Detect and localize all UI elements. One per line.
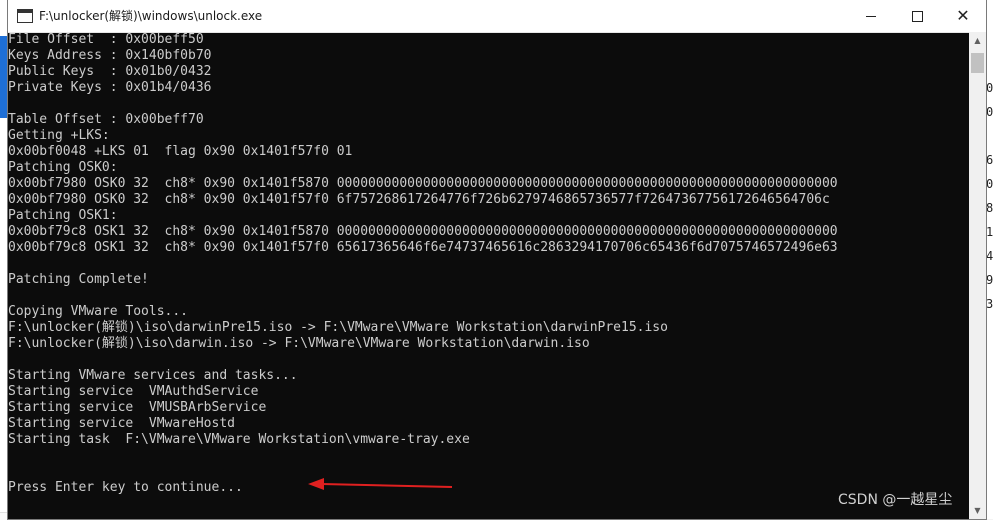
background-text-fragment: 6: [986, 153, 993, 167]
console-window: F:\unlocker(解锁)\windows\unlock.exe ✕ Fil…: [8, 0, 986, 519]
console-line: Copying VMware Tools...: [8, 304, 189, 319]
console-line: Starting VMware services and tasks...: [8, 368, 298, 383]
maximize-icon: [911, 10, 923, 22]
close-icon: ✕: [956, 6, 970, 25]
console-line: Patching OSK0:: [8, 160, 118, 175]
console-line: Patching Complete!: [8, 272, 149, 287]
minimize-icon: [866, 15, 876, 17]
console-line: Starting service VMUSBArbService: [8, 400, 267, 415]
scroll-down-icon[interactable]: ▼: [969, 502, 986, 519]
console-app-icon: [17, 9, 33, 23]
background-text-fragment: 8: [986, 201, 993, 215]
red-arrow-annotation: [308, 478, 453, 490]
background-text-fragment: 9: [986, 273, 993, 287]
console-output[interactable]: File Offset : 0x00beff50 Keys Address : 0…: [8, 32, 969, 519]
arrow-shaft: [321, 483, 453, 488]
scroll-up-icon[interactable]: ▲: [969, 32, 986, 49]
console-line: Public Keys : 0x01b0/0432: [8, 64, 212, 79]
arrow-head: [308, 478, 324, 490]
background-text-fragment: 0: [986, 105, 993, 119]
background-text-fragment: 0: [986, 177, 993, 191]
console-line: Keys Address : 0x140bf0b70: [8, 48, 212, 63]
console-line: 0x00bf0048 +LKS 01 flag 0x90 0x1401f57f0…: [8, 144, 353, 159]
title-bar[interactable]: F:\unlocker(解锁)\windows\unlock.exe ✕: [8, 0, 986, 33]
console-line: File Offset : 0x00beff50: [8, 32, 204, 47]
console-line: Starting task F:\VMware\VMware Workstati…: [8, 432, 470, 447]
background-window-right: 0 0 6 0 8 1 4 9 3: [986, 0, 993, 519]
background-text-fragment: [986, 124, 993, 148]
vertical-scrollbar[interactable]: ▲ ▼: [969, 32, 986, 519]
maximize-button[interactable]: [894, 0, 940, 32]
watermark: CSDN @一越星尘: [838, 492, 953, 508]
console-line: Starting service VMwareHostd: [8, 416, 235, 431]
scroll-thumb[interactable]: [971, 53, 984, 73]
console-line: Private Keys : 0x01b4/0436: [8, 80, 212, 95]
console-line: Getting +LKS:: [8, 128, 110, 143]
window-title: F:\unlocker(解锁)\windows\unlock.exe: [39, 9, 263, 23]
console-line: 0x00bf79c8 OSK1 32 ch8* 0x90 0x1401f5870…: [8, 224, 838, 239]
background-text-fragment: 0: [986, 81, 993, 95]
console-line: 0x00bf7980 OSK0 32 ch8* 0x90 0x1401f57f0…: [8, 192, 830, 207]
console-line: Press Enter key to continue...: [8, 480, 243, 495]
close-button[interactable]: ✕: [940, 0, 986, 32]
console-line: 0x00bf79c8 OSK1 32 ch8* 0x90 0x1401f57f0…: [8, 240, 838, 255]
console-line: 0x00bf7980 OSK0 32 ch8* 0x90 0x1401f5870…: [8, 176, 838, 191]
minimize-button[interactable]: [848, 0, 894, 32]
console-line: Patching OSK1:: [8, 208, 118, 223]
background-text-fragment: 1: [986, 225, 993, 239]
background-text-fragment: 4: [986, 249, 993, 263]
console-line: F:\unlocker(解锁)\iso\darwin.iso -> F:\VMw…: [8, 336, 590, 351]
background-text-fragment: 3: [986, 297, 993, 311]
console-line: Starting service VMAuthdService: [8, 384, 259, 399]
console-line: Table Offset : 0x00beff70: [8, 112, 204, 127]
console-line: F:\unlocker(解锁)\iso\darwinPre15.iso -> F…: [8, 320, 668, 335]
